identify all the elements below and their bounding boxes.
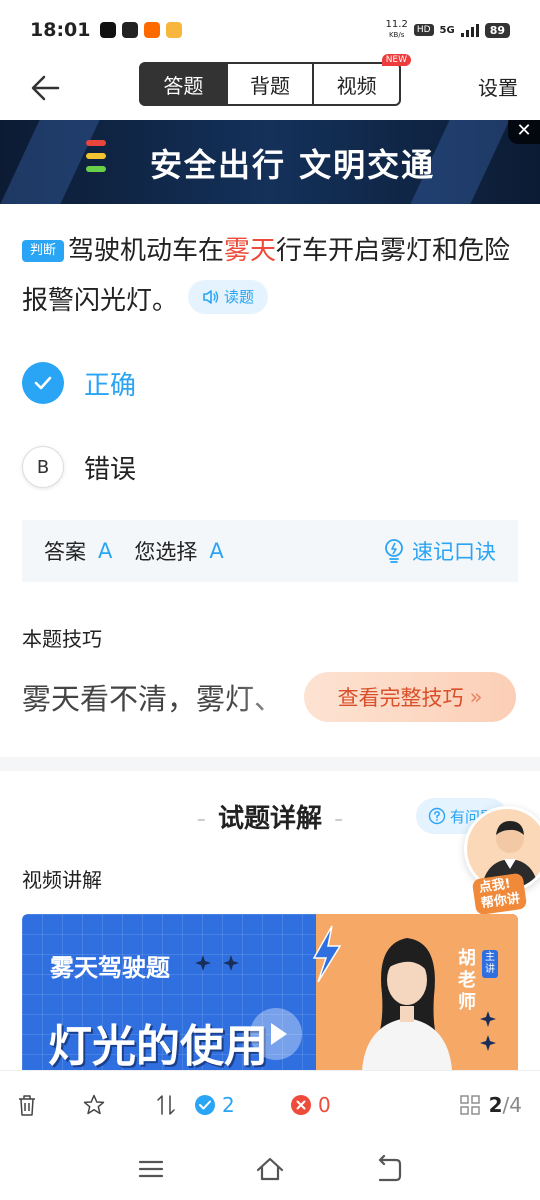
capcut-icon xyxy=(122,22,139,38)
video-title-line2: 灯光的使用 xyxy=(48,1021,268,1070)
system-nav-bar xyxy=(0,1140,540,1200)
question-progress[interactable]: 2/4 xyxy=(459,1093,522,1117)
view-full-tips-button[interactable]: 查看完整技巧 » xyxy=(304,672,516,722)
presenter-image xyxy=(362,938,452,1070)
ad-banner[interactable]: 安全出行 文明交通 ✕ xyxy=(0,120,540,204)
title-dash: - xyxy=(334,804,344,834)
banner-close-button[interactable]: ✕ xyxy=(508,120,540,144)
tab-video-label: 视频 xyxy=(336,73,377,98)
status-bar: 18:01 11.2 KB/s HD 5G 89 xyxy=(0,0,540,60)
your-choice-label: 您选择 xyxy=(134,540,198,564)
tab-video[interactable]: 视频 NEW xyxy=(314,54,412,104)
answer-box: 答案 A 您选择 A 速记口诀 xyxy=(22,520,518,582)
lightning-icon xyxy=(312,925,342,983)
option-a-text: 正确 xyxy=(84,370,137,401)
menu-icon[interactable] xyxy=(136,1154,166,1184)
net-speed-value: 11.2 xyxy=(385,19,408,30)
tab-memorize[interactable]: 背题 xyxy=(228,64,315,104)
tab-answer-label: 答题 xyxy=(163,73,204,98)
section-divider xyxy=(0,757,540,771)
read-question-label: 读题 xyxy=(224,288,255,306)
tips-title: 本题技巧 xyxy=(22,627,102,651)
swap-order-icon[interactable] xyxy=(154,1093,178,1117)
title-dash: - xyxy=(196,804,206,834)
question-highlight: 雾天 xyxy=(224,236,277,266)
banner-stripe xyxy=(0,120,100,204)
hd-icon: HD xyxy=(413,24,434,36)
lecturer-name: 胡老师 xyxy=(458,948,476,1013)
option-a[interactable]: 正确 xyxy=(22,362,136,404)
teacher-help-tag: 点我! 帮你讲 xyxy=(471,872,528,916)
grid-icon xyxy=(459,1094,480,1115)
memory-tip-label: 速记口诀 xyxy=(412,540,496,564)
question-text-before: 驾驶机动车在 xyxy=(68,236,225,266)
lightbulb-icon xyxy=(385,539,403,563)
view-full-tips-label: 查看完整技巧 xyxy=(337,686,464,710)
trash-icon[interactable] xyxy=(16,1093,38,1117)
check-circle-icon xyxy=(195,1094,215,1115)
back-arrow-icon[interactable] xyxy=(28,70,64,106)
network-type: 5G xyxy=(439,24,455,36)
back-icon[interactable] xyxy=(374,1154,404,1184)
video-title-line1: 雾天驾驶题 xyxy=(50,954,170,982)
weibo-icon xyxy=(166,22,183,38)
cross-circle-icon xyxy=(291,1094,311,1115)
speaker-icon xyxy=(203,290,219,304)
signal-icon xyxy=(460,23,479,37)
play-icon[interactable] xyxy=(250,1008,302,1060)
video-thumbnail[interactable]: 雾天驾驶题 灯光的使用 胡老师 主讲 xyxy=(22,914,518,1070)
top-header: 答题 背题 视频 NEW 设置 xyxy=(0,54,540,120)
double-chevron-right-icon: » xyxy=(469,685,483,709)
memory-tip-button[interactable]: 速记口诀 xyxy=(382,536,496,566)
wrong-count-value: 0 xyxy=(318,1092,331,1117)
correct-count-value: 2 xyxy=(222,1092,235,1117)
answer-label: 答案 xyxy=(44,540,86,564)
correct-count[interactable]: 2 xyxy=(194,1093,235,1117)
net-speed: 11.2 KB/s xyxy=(386,20,408,40)
option-b[interactable]: B 错误 xyxy=(22,446,136,488)
read-question-button[interactable]: 读题 xyxy=(188,280,269,314)
sparkle-icon xyxy=(195,955,239,971)
your-choice-value: A xyxy=(209,539,224,563)
home-icon[interactable] xyxy=(255,1154,285,1184)
tab-memorize-label: 背题 xyxy=(250,73,290,98)
video-explanation-label: 视频讲解 xyxy=(22,868,102,892)
option-b-text: 错误 xyxy=(84,454,137,485)
question-text: 判断 驾驶机动车在雾天行车开启雾灯和危险报警闪光灯。 读题 xyxy=(22,226,522,326)
tiktok-icon xyxy=(100,22,117,38)
star-icon[interactable] xyxy=(82,1093,106,1117)
wrong-count[interactable]: 0 xyxy=(290,1093,331,1117)
new-badge: NEW xyxy=(381,54,412,66)
check-icon xyxy=(22,362,64,404)
progress-total: /4 xyxy=(502,1092,522,1117)
answer-value: A xyxy=(98,539,113,563)
teacher-help-button[interactable]: 点我! 帮你讲 xyxy=(464,806,540,916)
tab-answer[interactable]: 答题 xyxy=(141,64,228,104)
sparkle-icon xyxy=(480,1011,496,1051)
status-indicators: 11.2 KB/s HD 5G 89 xyxy=(386,20,510,40)
status-time: 18:01 xyxy=(30,19,91,41)
status-app-icons xyxy=(100,22,183,38)
net-speed-unit: KB/s xyxy=(388,31,405,39)
explanation-title-text: 试题详解 xyxy=(217,804,322,834)
settings-button[interactable]: 设置 xyxy=(478,72,518,101)
bottom-toolbar: 2 0 2/4 xyxy=(0,1070,540,1138)
question-type-tag: 判断 xyxy=(22,240,65,262)
taobao-icon xyxy=(144,22,161,38)
battery-icon: 89 xyxy=(484,22,510,38)
option-b-letter: B xyxy=(22,446,64,488)
question-circle-icon xyxy=(428,807,446,825)
mode-tabs: 答题 背题 视频 NEW xyxy=(139,54,412,106)
lecturer-tag: 主讲 xyxy=(482,950,498,978)
traffic-light-icon xyxy=(86,140,106,172)
progress-current: 2 xyxy=(488,1092,503,1117)
banner-text: 安全出行 文明交通 xyxy=(150,146,436,184)
